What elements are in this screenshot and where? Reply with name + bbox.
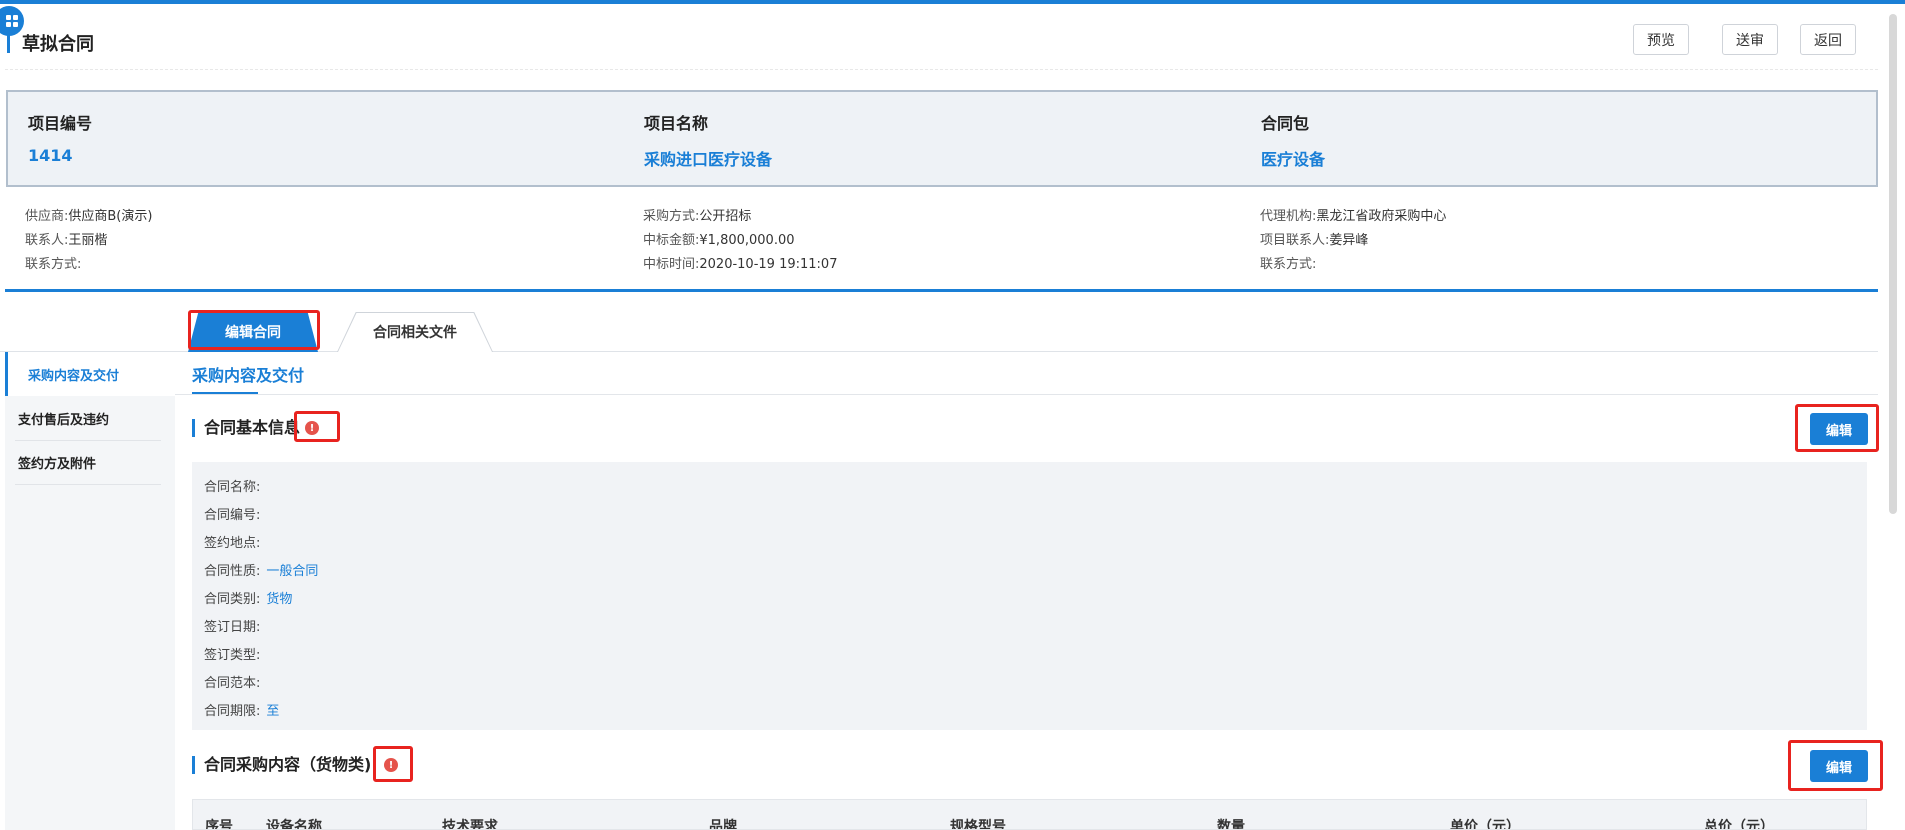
- field-contract-name: 合同名称:: [204, 476, 266, 495]
- column-header: 单价（元）: [1450, 819, 1520, 830]
- detail-value: 公开招标: [699, 209, 752, 224]
- detail-value: 供应商B(演示): [68, 209, 153, 224]
- field-label: 合同名称:: [204, 480, 261, 495]
- detail-row: 代理机构:黑龙江省政府采购中心: [1260, 205, 1446, 229]
- highlight-box: [373, 746, 413, 782]
- detail-label: 中标金额:: [643, 233, 700, 248]
- highlight-box: [188, 310, 320, 350]
- field-label: 签约地点:: [204, 536, 261, 551]
- back-button[interactable]: 返回: [1800, 24, 1856, 55]
- field-label: 合同类别:: [204, 592, 261, 607]
- detail-row: 联系方式:: [1260, 253, 1446, 277]
- tab-related-files[interactable]: 合同相关文件: [337, 312, 493, 352]
- detail-label: 采购方式:: [643, 209, 700, 224]
- preview-button[interactable]: 预览: [1633, 24, 1689, 55]
- purchase-table-header: 序号 设备名称 技术要求 品牌 规格型号 数量 单价（元） 总价（元）: [192, 799, 1867, 830]
- detail-row: 采购方式:公开招标: [643, 205, 837, 229]
- field-contract-template: 合同范本:: [204, 672, 266, 691]
- tab-related-files-label: 合同相关文件: [373, 325, 457, 341]
- detail-label: 联系方式:: [1260, 257, 1317, 272]
- field-label: 合同范本:: [204, 676, 261, 691]
- basic-info-title: 合同基本信息: [192, 419, 300, 437]
- project-number-block: 项目编号 1414: [28, 110, 92, 165]
- field-sign-location: 签约地点:: [204, 532, 266, 551]
- detail-label: 联系方式:: [25, 257, 82, 272]
- project-number-label: 项目编号: [28, 114, 93, 133]
- section-sidebar: 采购内容及交付 支付售后及违约 签约方及附件: [5, 352, 175, 830]
- project-number-value: 1414: [28, 146, 73, 165]
- highlight-box: [1788, 740, 1883, 791]
- contract-package-label: 合同包: [1261, 114, 1310, 133]
- field-contract-term: 合同期限: 至: [204, 700, 279, 719]
- field-value: 货物: [266, 592, 293, 607]
- sidebar-item-procurement[interactable]: 采购内容及交付: [5, 352, 175, 396]
- detail-row: 联系人:王丽楷: [25, 229, 152, 253]
- field-value: 至: [266, 704, 280, 719]
- contract-package-value: 医疗设备: [1261, 150, 1326, 169]
- project-name-block: 项目名称 采购进口医疗设备: [644, 110, 772, 170]
- column-header: 数量: [1217, 819, 1245, 830]
- page-title: 草拟合同: [22, 34, 94, 55]
- field-contract-number: 合同编号:: [204, 504, 266, 523]
- field-sign-type: 签订类型:: [204, 644, 266, 663]
- detail-row: 中标时间:2020-10-19 19:11:07: [643, 253, 837, 277]
- sidebar-item-signatories[interactable]: 签约方及附件: [5, 440, 175, 484]
- detail-label: 代理机构:: [1260, 209, 1317, 224]
- column-header: 设备名称: [266, 819, 322, 830]
- project-name-label: 项目名称: [644, 114, 709, 133]
- field-contract-nature: 合同性质: 一般合同: [204, 560, 318, 579]
- field-value: 一般合同: [266, 564, 319, 579]
- field-label: 合同期限:: [204, 704, 261, 719]
- procurement-details: 采购方式:公开招标 中标金额:¥1,800,000.00 中标时间:2020-1…: [643, 205, 837, 277]
- detail-value: 姜异峰: [1329, 233, 1369, 248]
- contract-package-block: 合同包 医疗设备: [1261, 110, 1325, 170]
- subtab-procurement[interactable]: 采购内容及交付: [192, 362, 304, 386]
- purchase-content-title: 合同采购内容（货物类): [192, 756, 371, 774]
- column-header: 品牌: [709, 819, 737, 830]
- sidebar-divider: [15, 484, 161, 485]
- detail-label: 项目联系人:: [1260, 233, 1330, 248]
- column-header: 序号: [205, 819, 233, 830]
- field-contract-category: 合同类别: 货物: [204, 588, 292, 607]
- sidebar-item-payment[interactable]: 支付售后及违约: [5, 396, 175, 440]
- column-header: 总价（元）: [1704, 819, 1774, 830]
- field-label: 签订类型:: [204, 648, 261, 663]
- supplier-details: 供应商:供应商B(演示) 联系人:王丽楷 联系方式:: [25, 205, 152, 277]
- detail-row: 供应商:供应商B(演示): [25, 205, 152, 229]
- agency-details: 代理机构:黑龙江省政府采购中心 项目联系人:姜异峰 联系方式:: [1260, 205, 1446, 277]
- detail-row: 项目联系人:姜异峰: [1260, 229, 1446, 253]
- subtab-divider: [175, 394, 1878, 395]
- detail-value: 黑龙江省政府采购中心: [1316, 209, 1447, 224]
- detail-value: ¥1,800,000.00: [699, 233, 795, 248]
- field-label: 合同性质:: [204, 564, 261, 579]
- submit-review-button[interactable]: 送审: [1722, 24, 1778, 55]
- title-accent-bar: [7, 31, 10, 53]
- detail-value: 王丽楷: [68, 233, 108, 248]
- top-accent-line: [0, 0, 1905, 4]
- section-divider: [5, 289, 1878, 292]
- column-header: 技术要求: [442, 819, 498, 830]
- detail-row: 联系方式:: [25, 253, 152, 277]
- detail-row: 中标金额:¥1,800,000.00: [643, 229, 837, 253]
- page-header: 草拟合同 预览 送审 返回: [5, 10, 1878, 70]
- highlight-box: [1795, 404, 1879, 452]
- project-name-value: 采购进口医疗设备: [644, 150, 773, 169]
- detail-label: 联系人:: [25, 233, 69, 248]
- detail-label: 中标时间:: [643, 257, 700, 272]
- detail-value: 2020-10-19 19:11:07: [699, 257, 838, 272]
- project-summary: 项目编号 1414 项目名称 采购进口医疗设备 合同包 医疗设备: [6, 90, 1878, 187]
- page-scrollbar[interactable]: [1889, 14, 1897, 514]
- field-sign-date: 签订日期:: [204, 616, 266, 635]
- field-label: 合同编号:: [204, 508, 261, 523]
- detail-label: 供应商:: [25, 209, 69, 224]
- field-label: 签订日期:: [204, 620, 261, 635]
- column-header: 规格型号: [950, 819, 1006, 830]
- basic-info-panel: 合同名称: 合同编号: 签约地点: 合同性质: 一般合同 合同类别: 货物 签订日期…: [192, 462, 1867, 730]
- highlight-box: [294, 411, 340, 442]
